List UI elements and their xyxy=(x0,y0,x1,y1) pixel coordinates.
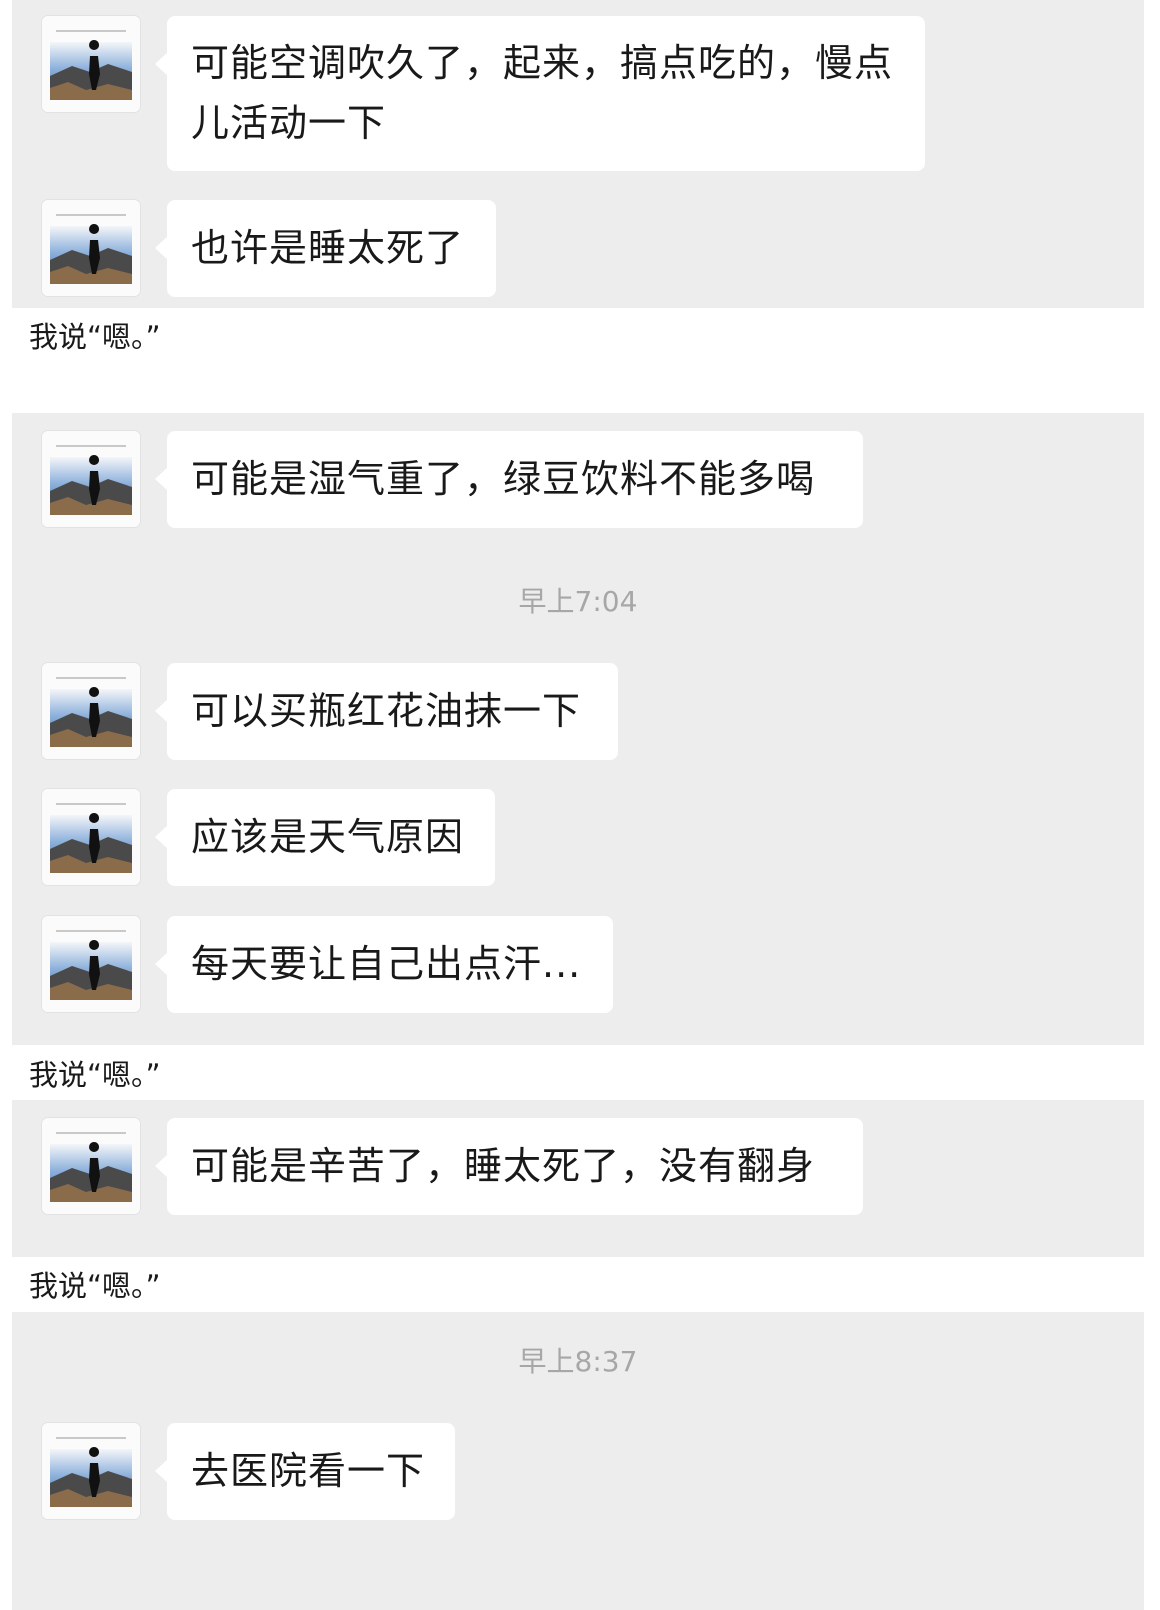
message-bubble[interactable]: 可能空调吹久了，起来，搞点吃的，慢点儿活动一下 xyxy=(155,16,925,171)
caption-text: 我说“嗯。” xyxy=(29,320,161,354)
mountain-silhouette-avatar-icon xyxy=(42,1118,140,1214)
avatar[interactable] xyxy=(42,1423,140,1519)
caption-text: 我说“嗯。” xyxy=(29,1269,161,1303)
chat-panel-3: 可能是辛苦了，睡太死了，没有翻身 xyxy=(12,1100,1144,1257)
timestamp: 早上8:37 xyxy=(518,1345,638,1378)
mountain-silhouette-avatar-icon xyxy=(42,200,140,296)
message-bubble[interactable]: 每天要让自己出点汗... xyxy=(155,916,613,1013)
avatar[interactable] xyxy=(42,200,140,296)
avatar[interactable] xyxy=(42,916,140,1012)
chat-panel-4: 早上8:37 去医院看一下 xyxy=(12,1312,1144,1610)
message-bubble[interactable]: 可以买瓶红花油抹一下 xyxy=(155,663,618,760)
caption-text: 我说“嗯。” xyxy=(29,1058,161,1092)
avatar[interactable] xyxy=(42,431,140,527)
message-bubble[interactable]: 可能是辛苦了，睡太死了，没有翻身 xyxy=(155,1118,863,1215)
mountain-silhouette-avatar-icon xyxy=(42,431,140,527)
avatar[interactable] xyxy=(42,789,140,885)
chat-panel-2: 可能是湿气重了，绿豆饮料不能多喝 早上7:04 可以买瓶红花油抹一下 应该是天气… xyxy=(12,413,1144,1045)
message-bubble[interactable]: 可能是湿气重了，绿豆饮料不能多喝 xyxy=(155,431,863,528)
timestamp: 早上7:04 xyxy=(518,585,638,618)
message-bubble[interactable]: 去医院看一下 xyxy=(155,1423,455,1520)
avatar[interactable] xyxy=(42,16,140,112)
mountain-silhouette-avatar-icon xyxy=(42,663,140,759)
mountain-silhouette-avatar-icon xyxy=(42,789,140,885)
avatar[interactable] xyxy=(42,663,140,759)
chat-panel-1: 可能空调吹久了，起来，搞点吃的，慢点儿活动一下 也许是睡太死了 xyxy=(12,0,1144,308)
mountain-silhouette-avatar-icon xyxy=(42,916,140,1012)
mountain-silhouette-avatar-icon xyxy=(42,16,140,112)
message-bubble[interactable]: 应该是天气原因 xyxy=(155,789,495,886)
message-bubble[interactable]: 也许是睡太死了 xyxy=(155,200,496,297)
avatar[interactable] xyxy=(42,1118,140,1214)
mountain-silhouette-avatar-icon xyxy=(42,1423,140,1519)
